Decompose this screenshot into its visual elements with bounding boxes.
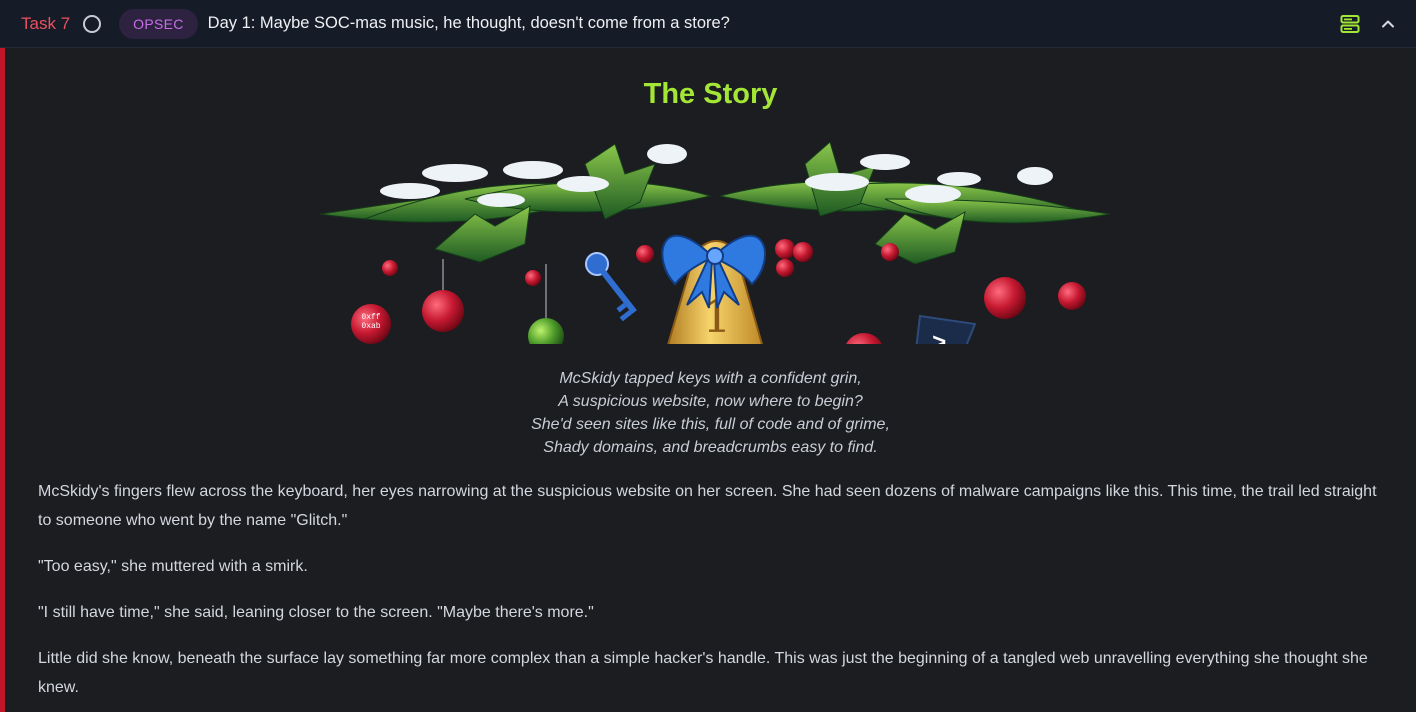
christmas-garland-banner: 0xff 0xab 1 >_ xyxy=(319,141,1111,344)
task-title[interactable]: Day 1: Maybe SOC-mas music, he thought, … xyxy=(208,14,730,33)
server-icon[interactable] xyxy=(1340,14,1360,34)
task-content: The Story 0xff 0xab 1 McSkidy tapped key… xyxy=(0,48,1416,712)
poem-line: She'd seen sites like this, full of code… xyxy=(531,416,890,433)
task-number: Task 7 xyxy=(21,13,71,33)
opsec-tag: OPSEC xyxy=(119,8,198,39)
blue-key-icon xyxy=(585,252,637,322)
terminal-icon: >_ xyxy=(915,314,977,344)
story-paragraph: "I still have time," she said, leaning c… xyxy=(38,604,594,621)
circle-outline-icon xyxy=(83,14,102,33)
poem-line: McSkidy tapped keys with a confident gri… xyxy=(559,370,862,387)
poem-line: Shady domains, and breadcrumbs easy to f… xyxy=(543,439,878,456)
story-paragraph: McSkidy's fingers flew across the keyboa… xyxy=(38,483,1377,529)
poem-line: A suspicious website, now where to begin… xyxy=(558,393,863,410)
hex-text-1: 0xff xyxy=(361,313,380,322)
story-poem: McSkidy tapped keys with a confident gri… xyxy=(5,367,1416,459)
chevron-up-icon[interactable] xyxy=(1380,16,1396,32)
story-body: McSkidy's fingers flew across the keyboa… xyxy=(38,477,1383,712)
story-heading: The Story xyxy=(643,78,778,110)
terminal-prompt: >_ xyxy=(932,331,961,344)
story-paragraph: Little did she know, beneath the surface… xyxy=(38,650,1368,696)
story-paragraph: "Too easy," she muttered with a smirk. xyxy=(38,558,308,575)
snow-caps xyxy=(380,144,1053,207)
task-header[interactable]: Task 7 OPSEC Day 1: Maybe SOC-mas music,… xyxy=(0,0,1416,48)
hex-text-2: 0xab xyxy=(361,322,380,331)
